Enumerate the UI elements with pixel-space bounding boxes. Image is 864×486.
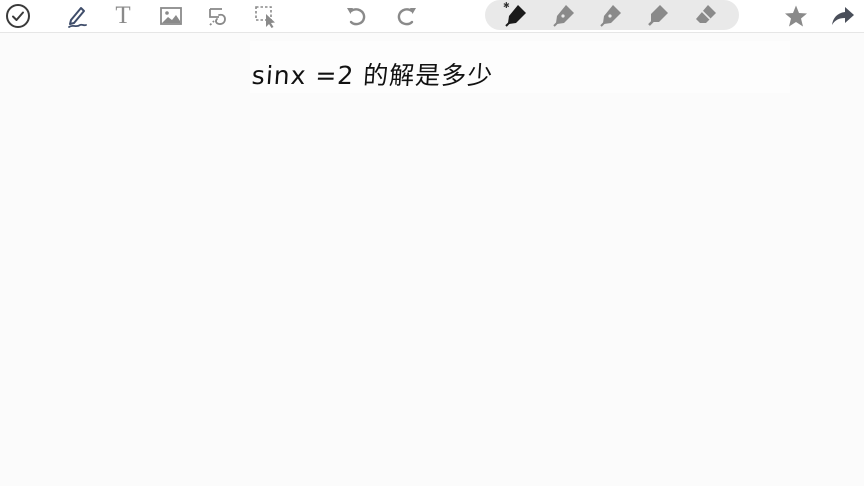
select-tool-button[interactable] [250,1,280,31]
undo-button[interactable] [341,1,371,31]
eraser-slot[interactable] [688,0,724,30]
pen-nib-icon [505,5,526,27]
eraser-icon [696,5,716,23]
pen-slot-3[interactable] [593,0,629,30]
handwriting-pen-icon [68,7,87,28]
pen-slot-active[interactable] [498,0,534,30]
notebook-app: T ✱ sinx =2 的解是多少 [0,0,864,486]
pen-slot-2[interactable] [546,0,582,30]
highlighter-icon [648,5,668,26]
lasso-tool-button[interactable] [203,1,233,31]
image-icon [160,7,182,25]
share-button[interactable] [828,1,858,31]
share-arrow-icon [832,7,854,25]
top-toolbar: T ✱ [0,0,864,33]
lasso-icon [209,8,226,26]
redo-button[interactable] [392,1,422,31]
check-circle-icon [6,4,30,28]
pen-tool-button[interactable] [62,1,92,31]
star-icon [785,5,807,27]
dashed-select-icon [255,6,275,28]
done-button[interactable] [3,1,33,31]
favorite-button[interactable] [781,1,811,31]
text-t-icon: T [115,2,131,29]
pen-nib-icon [553,5,574,27]
pen-nib-icon [600,5,621,27]
image-tool-button[interactable] [156,1,186,31]
undo-icon [347,8,366,26]
pen-tray: ✱ [485,0,739,30]
handwritten-question: sinx =2 的解是多少 [250,61,495,90]
highlighter-slot[interactable] [640,0,676,30]
text-tool-button[interactable]: T [108,1,138,31]
redo-icon [397,8,416,26]
writing-canvas[interactable]: sinx =2 的解是多少 [0,33,864,486]
